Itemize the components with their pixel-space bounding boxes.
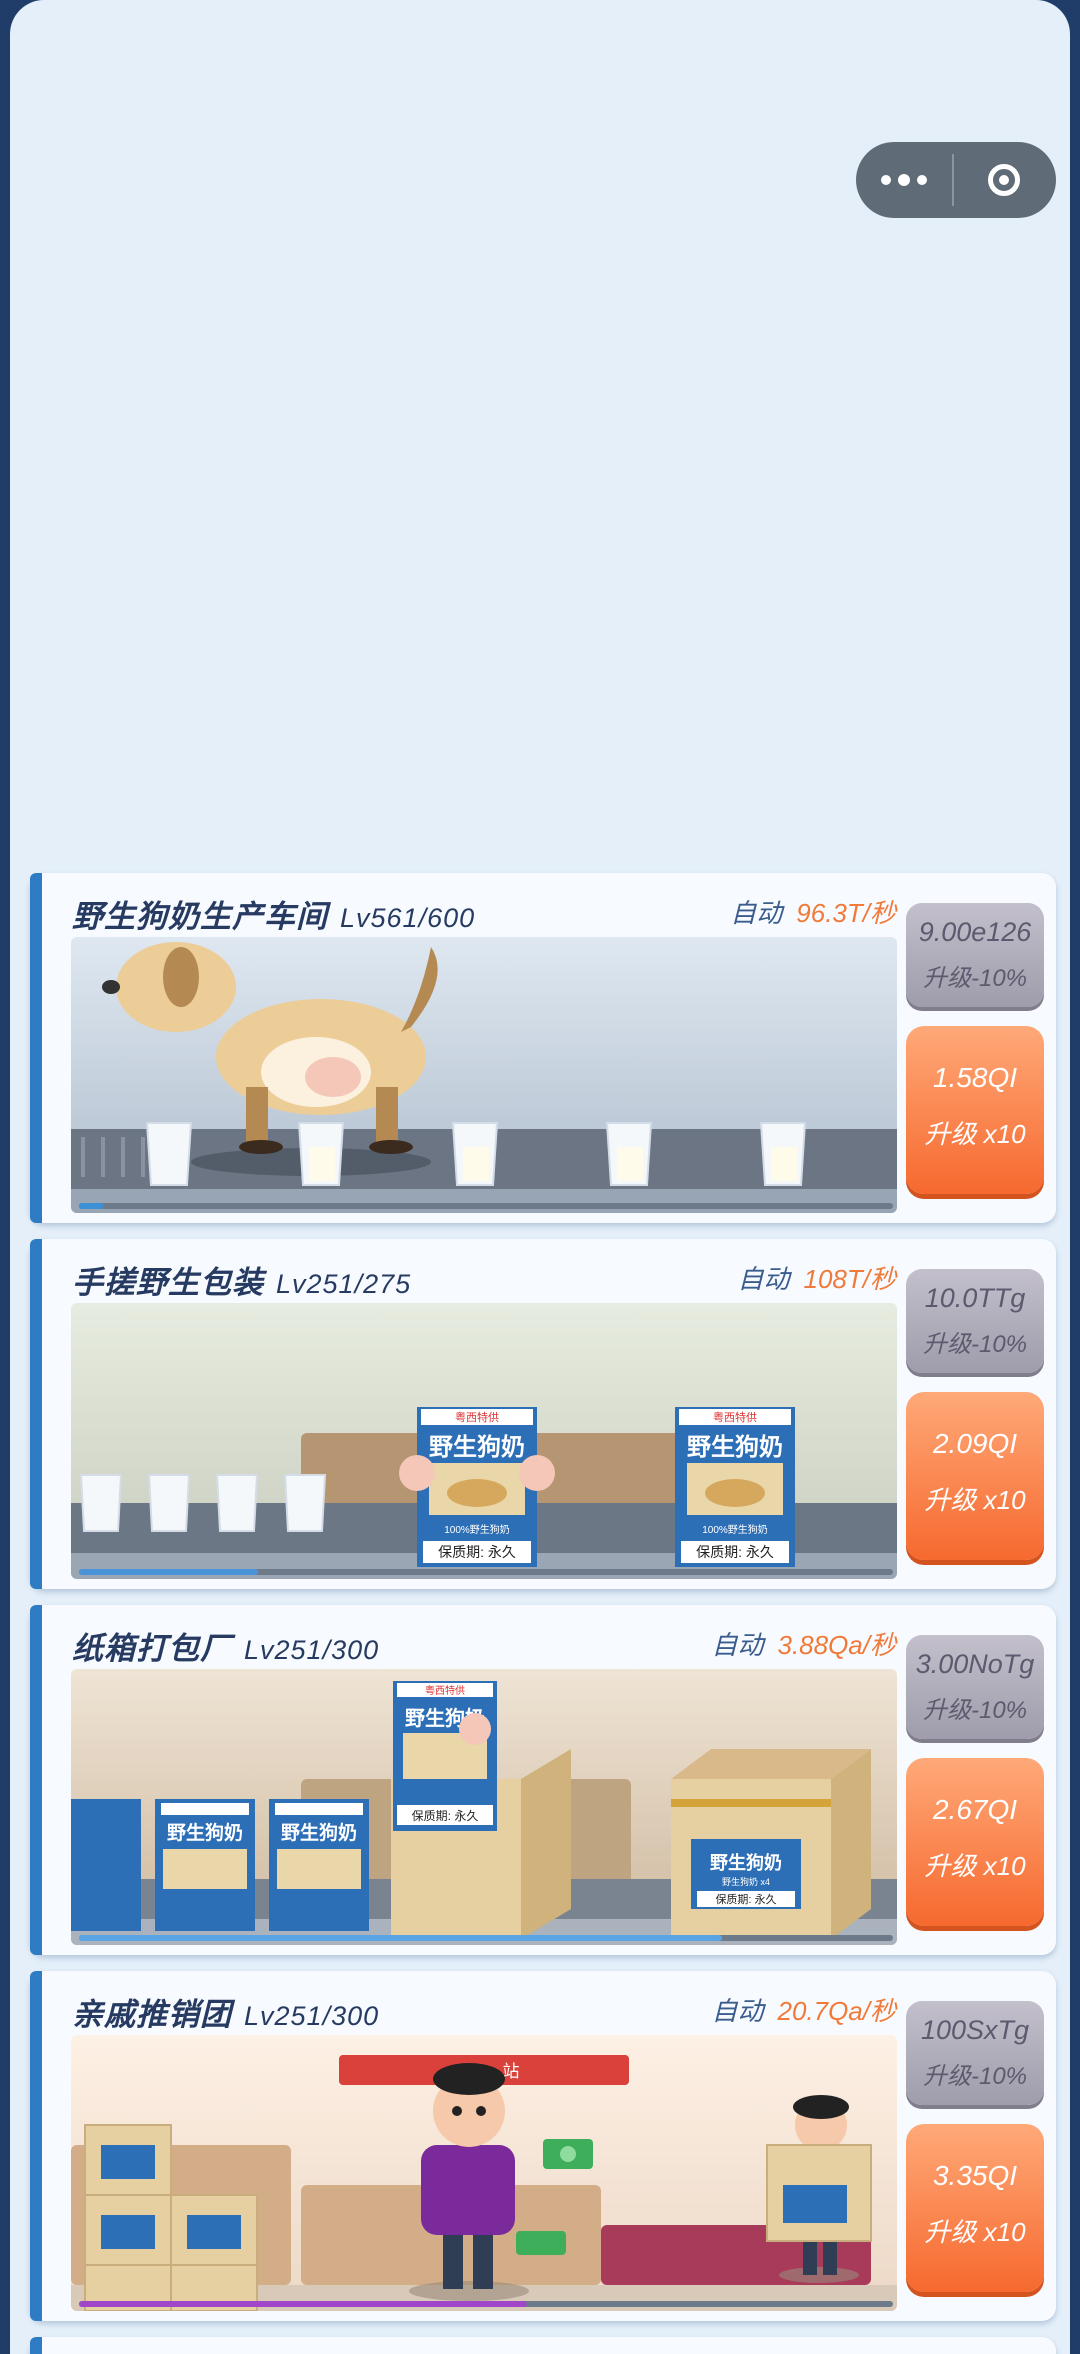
discount-label: 升级-10% — [922, 1331, 1028, 1358]
svg-text:野生狗奶: 野生狗奶 — [429, 1434, 525, 1461]
upgrade-x10-button[interactable]: 1.58QI 升级 x10 — [906, 1026, 1044, 1194]
packaging-scene: 粤西特供 野生狗奶 100%野生狗奶 保质期: 永久 粤西特供 野生狗奶 100… — [71, 1303, 897, 1579]
upgrade-cost: 2.67QI — [932, 1794, 1018, 1825]
svg-text:100%野生狗奶: 100%野生狗奶 — [702, 1523, 768, 1536]
discount-cost: 9.00e126 — [918, 917, 1032, 947]
auto-rate: 自动 108T/秒 — [737, 1264, 897, 1294]
discount-upgrade-button[interactable]: 3.00NoTg 升级-10% — [906, 1635, 1044, 1739]
progress-bar-fill — [79, 1569, 259, 1575]
card-accent-bar — [30, 1971, 42, 2321]
discount-cost: 10.0TTg — [924, 1283, 1026, 1313]
production-card-2: 手搓野生包装 Lv251/275 自动 108T/秒 粤西特供 野生狗奶 100… — [30, 1239, 1056, 1589]
milk-box: 粤西特供 野生狗奶 保质期: 永久 — [393, 1681, 497, 1831]
svg-text:粤西特供: 粤西特供 — [425, 1684, 465, 1697]
milk-factory-scene — [71, 937, 897, 1213]
production-card-4: 亲戚推销团 Lv251/300 自动 20.7Qa/秒 站 100SxTg 升级… — [30, 1971, 1056, 2321]
auto-rate: 自动 96.3T/秒 — [730, 898, 896, 928]
discount-label: 升级-10% — [922, 1697, 1028, 1724]
upgrade-x10-button[interactable]: 2.09QI 升级 x10 — [906, 1392, 1044, 1560]
auto-rate: 自动 3.88Qa/秒 — [711, 1630, 896, 1660]
discount-upgrade-button[interactable]: 100SxTg 升级-10% — [906, 2001, 1044, 2105]
upgrade-x10-button[interactable]: 3.35QI 升级 x10 — [906, 2124, 1044, 2292]
rate-value: 96.3T/秒 — [796, 898, 896, 928]
svg-text:野生狗奶: 野生狗奶 — [167, 1821, 243, 1844]
upgrade-label: 升级 x10 — [924, 1119, 1026, 1149]
card-title: 野生狗奶生产车间 Lv561/600 — [72, 899, 476, 934]
card-title: 手搓野生包装 Lv251/275 — [72, 1265, 412, 1300]
upgrade-label: 升级 x10 — [924, 1851, 1026, 1881]
svg-text:粤西特供: 粤西特供 — [455, 1410, 499, 1424]
card-level: Lv251/275 — [276, 1269, 412, 1299]
discount-label: 升级-10% — [922, 2063, 1028, 2090]
discount-upgrade-button[interactable]: 10.0TTg 升级-10% — [906, 1269, 1044, 1373]
milk-box: 粤西特供 野生狗奶 100%野生狗奶 保质期: 永久 — [399, 1407, 555, 1567]
svg-text:野生狗奶: 野生狗奶 — [281, 1821, 357, 1844]
upgrade-cost: 2.09QI — [932, 1428, 1018, 1459]
svg-text:站: 站 — [503, 2062, 520, 2081]
card-accent-bar — [30, 1239, 42, 1589]
discount-cost: 100SxTg — [920, 2015, 1030, 2045]
sales-team-scene: 站 — [71, 2035, 897, 2311]
card-title: 亲戚推销团 Lv251/300 — [72, 1997, 380, 2032]
card-level: Lv561/600 — [340, 903, 476, 933]
milk-box: 粤西特供 野生狗奶 100%野生狗奶 保质期: 永久 — [675, 1407, 795, 1567]
rate-value: 108T/秒 — [803, 1264, 897, 1294]
upgrade-cost: 1.58QI — [932, 1062, 1018, 1093]
card-level: Lv251/300 — [244, 1635, 380, 1665]
miniprogram-capsule — [856, 142, 1056, 218]
discount-label: 升级-10% — [922, 965, 1028, 992]
rate-value: 3.88Qa/秒 — [777, 1630, 896, 1660]
svg-text:野生狗奶: 野生狗奶 — [687, 1434, 783, 1461]
svg-text:100%野生狗奶: 100%野生狗奶 — [444, 1523, 510, 1536]
card-accent-bar — [30, 2337, 42, 2354]
game-screen: 野生狗奶生产车间 Lv561/600 自动 96.3T/秒 9.00e126 升… — [10, 0, 1070, 2354]
svg-text:粤西特供: 粤西特供 — [713, 1410, 757, 1424]
rate-value: 20.7Qa/秒 — [777, 1996, 896, 2026]
production-card-3: 纸箱打包厂 Lv251/300 自动 3.88Qa/秒 野生狗奶 野生狗奶 粤西… — [30, 1605, 1056, 1955]
record-circle-icon[interactable] — [954, 142, 1054, 218]
discount-cost: 3.00NoTg — [915, 1649, 1035, 1679]
card-accent-bar — [30, 873, 42, 1223]
svg-text:保质期: 永久: 保质期: 永久 — [438, 1544, 516, 1560]
svg-text:野生狗奶: 野生狗奶 — [710, 1852, 782, 1873]
svg-text:保质期: 永久: 保质期: 永久 — [715, 1892, 776, 1906]
upgrade-label: 升级 x10 — [924, 2217, 1026, 2247]
production-card-5-partial — [30, 2337, 1056, 2354]
card-level: Lv251/300 — [244, 2001, 380, 2031]
progress-bar-fill — [79, 1203, 104, 1209]
production-card-1: 野生狗奶生产车间 Lv561/600 自动 96.3T/秒 9.00e126 升… — [30, 873, 1056, 1223]
card-accent-bar — [30, 1605, 42, 1955]
progress-bar-fill — [79, 2301, 527, 2307]
svg-text:野生狗奶 x4: 野生狗奶 x4 — [722, 1876, 770, 1887]
upgrade-cost: 3.35QI — [932, 2160, 1018, 2191]
progress-bar-fill — [79, 1935, 723, 1941]
auto-rate: 自动 20.7Qa/秒 — [711, 1996, 896, 2026]
carton-packing-scene: 野生狗奶 野生狗奶 粤西特供 野生狗奶 保质期: 永久 野生狗奶 野生狗奶 x4… — [71, 1669, 897, 1945]
more-dots-icon[interactable] — [856, 142, 952, 218]
upgrade-x10-button[interactable]: 2.67QI 升级 x10 — [906, 1758, 1044, 1926]
svg-text:保质期: 永久: 保质期: 永久 — [696, 1544, 774, 1560]
card-title: 纸箱打包厂 Lv251/300 — [72, 1631, 380, 1666]
svg-text:保质期: 永久: 保质期: 永久 — [412, 1809, 479, 1823]
discount-upgrade-button[interactable]: 9.00e126 升级-10% — [906, 903, 1044, 1007]
upgrade-label: 升级 x10 — [924, 1485, 1026, 1515]
